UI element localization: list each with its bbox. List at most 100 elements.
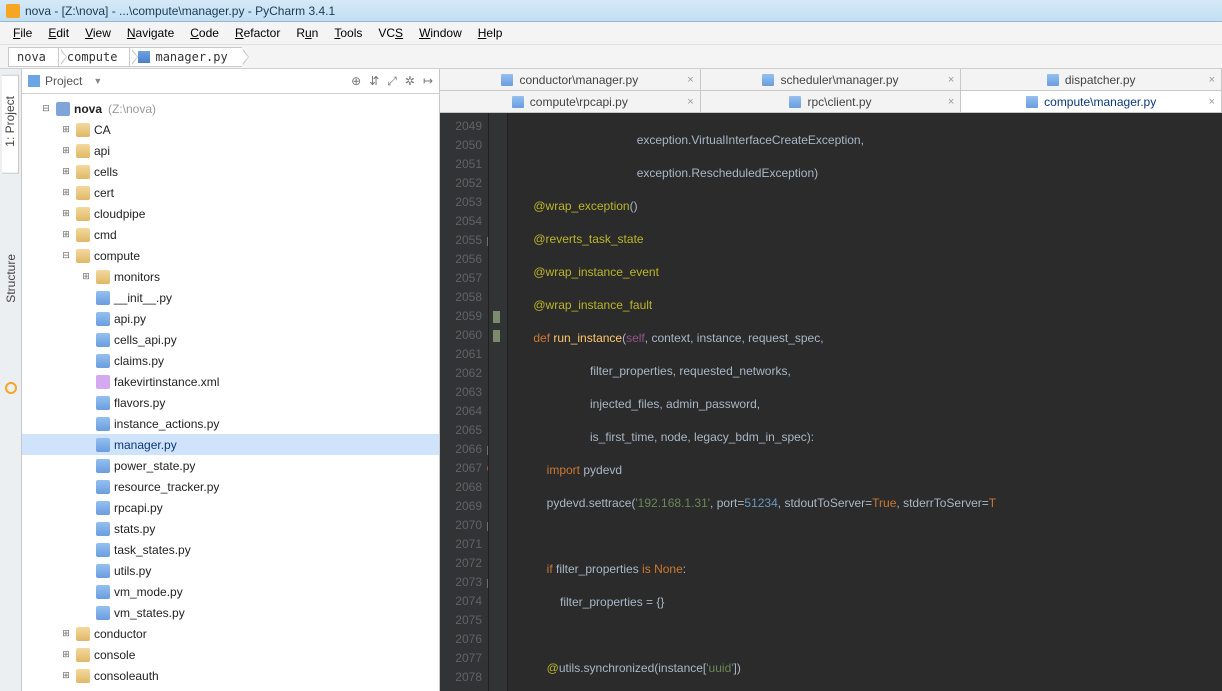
tree-row[interactable]: api.py — [22, 308, 439, 329]
scroll-to-source-icon[interactable]: ⊕ — [351, 74, 361, 89]
tree-row[interactable]: resource_tracker.py — [22, 476, 439, 497]
menu-navigate[interactable]: Navigate — [120, 24, 181, 42]
menu-view[interactable]: View — [78, 24, 118, 42]
line-number[interactable]: 2064 — [440, 402, 482, 421]
close-icon[interactable]: × — [948, 74, 954, 86]
line-number[interactable]: 2065 — [440, 421, 482, 440]
tree-expand-icon[interactable]: ⊟ — [40, 103, 52, 114]
close-icon[interactable]: × — [948, 96, 954, 108]
line-number[interactable]: 2054 — [440, 212, 482, 231]
line-number[interactable]: 2072 — [440, 554, 482, 573]
tree-row[interactable]: vm_mode.py — [22, 581, 439, 602]
line-number-gutter[interactable]: 2049205020512052205320542055205620572058… — [440, 113, 488, 691]
tree-row[interactable]: ⊞cells — [22, 161, 439, 182]
tree-row[interactable]: claims.py — [22, 350, 439, 371]
line-number[interactable]: 2074 — [440, 592, 482, 611]
menu-file[interactable]: File — [6, 24, 39, 42]
tree-row[interactable]: ⊞monitors — [22, 266, 439, 287]
menu-help[interactable]: Help — [471, 24, 510, 42]
tree-row[interactable]: ⊟nova(Z:\nova) — [22, 98, 439, 119]
line-number[interactable]: 2071 — [440, 535, 482, 554]
code-content[interactable]: exception.VirtualInterfaceCreateExceptio… — [508, 113, 1222, 691]
line-number[interactable]: 2062 — [440, 364, 482, 383]
line-number[interactable]: 2069 — [440, 497, 482, 516]
tree-row[interactable]: cells_api.py — [22, 329, 439, 350]
tree-expand-icon[interactable]: ⊟ — [60, 250, 72, 261]
line-number[interactable]: 2059 — [440, 307, 482, 326]
line-number[interactable]: 2078 — [440, 668, 482, 687]
line-number[interactable]: 2050 — [440, 136, 482, 155]
editor-tab[interactable]: dispatcher.py× — [961, 69, 1222, 90]
tree-row[interactable]: ⊞cloudpipe — [22, 203, 439, 224]
line-number[interactable]: 2066 — [440, 440, 482, 459]
tree-row[interactable]: ⊞cmd — [22, 224, 439, 245]
breadcrumb-item[interactable]: manager.py — [129, 47, 241, 67]
line-number[interactable]: 2067 — [440, 459, 482, 478]
code-editor[interactable]: 2049205020512052205320542055205620572058… — [440, 113, 1222, 691]
close-icon[interactable]: × — [687, 96, 693, 108]
tree-row[interactable]: task_states.py — [22, 539, 439, 560]
tree-row[interactable]: utils.py — [22, 560, 439, 581]
editor-tab[interactable]: rpc\client.py× — [701, 91, 962, 112]
line-number[interactable]: 2076 — [440, 630, 482, 649]
menu-window[interactable]: Window — [412, 24, 469, 42]
tree-expand-icon[interactable]: ⊞ — [60, 187, 72, 198]
sort-icon[interactable]: ⇵ — [369, 74, 379, 89]
line-number[interactable]: 2056 — [440, 250, 482, 269]
line-number[interactable]: 2058 — [440, 288, 482, 307]
close-icon[interactable]: × — [1209, 96, 1215, 108]
line-number[interactable]: 2051 — [440, 155, 482, 174]
gear-icon[interactable]: ✲ — [405, 74, 415, 89]
line-number[interactable]: 2075 — [440, 611, 482, 630]
tree-row[interactable]: ⊞consoleauth — [22, 665, 439, 686]
menu-tools[interactable]: Tools — [327, 24, 369, 42]
tree-expand-icon[interactable]: ⊞ — [60, 208, 72, 219]
tree-expand-icon[interactable]: ⊞ — [60, 670, 72, 681]
line-number[interactable]: 2049 — [440, 117, 482, 136]
tree-expand-icon[interactable]: ⊞ — [60, 124, 72, 135]
editor-tab[interactable]: scheduler\manager.py× — [701, 69, 962, 90]
tree-row[interactable]: ⊞conductor — [22, 623, 439, 644]
tree-row[interactable]: vm_states.py — [22, 602, 439, 623]
line-number[interactable]: 2063 — [440, 383, 482, 402]
tree-row[interactable]: flavors.py — [22, 392, 439, 413]
close-icon[interactable]: × — [687, 74, 693, 86]
menu-run[interactable]: Run — [289, 24, 325, 42]
breadcrumb-item[interactable]: nova — [8, 47, 60, 67]
tree-row[interactable]: instance_actions.py — [22, 413, 439, 434]
breadcrumb-item[interactable]: compute — [58, 47, 132, 67]
tree-row[interactable]: ⊞cert — [22, 182, 439, 203]
tree-row[interactable]: power_state.py — [22, 455, 439, 476]
editor-tab[interactable]: compute\manager.py× — [961, 91, 1222, 112]
tree-expand-icon[interactable]: ⊞ — [60, 145, 72, 156]
tree-row[interactable]: rpcapi.py — [22, 497, 439, 518]
project-tree[interactable]: ⊟nova(Z:\nova)⊞CA⊞api⊞cells⊞cert⊞cloudpi… — [22, 94, 439, 691]
tree-row[interactable]: ⊞api — [22, 140, 439, 161]
line-number[interactable]: 2057 — [440, 269, 482, 288]
tree-row[interactable]: manager.py — [22, 434, 439, 455]
line-number[interactable]: 2052 — [440, 174, 482, 193]
line-number[interactable]: 2061 — [440, 345, 482, 364]
editor-tab[interactable]: conductor\manager.py× — [440, 69, 701, 90]
hide-panel-icon[interactable]: ↦ — [423, 74, 433, 89]
tool-tab-structure[interactable]: Structure — [3, 234, 19, 323]
line-number[interactable]: 2077 — [440, 649, 482, 668]
line-number[interactable]: 2055 — [440, 231, 482, 250]
tree-expand-icon[interactable]: ⊞ — [60, 649, 72, 660]
menu-vcs[interactable]: VCS — [371, 24, 410, 42]
menu-refactor[interactable]: Refactor — [228, 24, 287, 42]
line-number[interactable]: 2070 — [440, 516, 482, 535]
tree-row[interactable]: __init__.py — [22, 287, 439, 308]
tree-row[interactable]: fakevirtinstance.xml — [22, 371, 439, 392]
tree-expand-icon[interactable]: ⊞ — [60, 628, 72, 639]
tree-expand-icon[interactable]: ⊞ — [60, 229, 72, 240]
line-number[interactable]: 2060 — [440, 326, 482, 345]
collapse-all-icon[interactable]: ⤢ — [387, 74, 397, 89]
tool-tab-project[interactable]: 1: Project — [2, 75, 19, 174]
tree-row[interactable]: ⊞console — [22, 644, 439, 665]
menu-code[interactable]: Code — [183, 24, 226, 42]
tree-expand-icon[interactable]: ⊞ — [80, 271, 92, 282]
tree-row[interactable]: ⊟compute — [22, 245, 439, 266]
tree-expand-icon[interactable]: ⊞ — [60, 166, 72, 177]
editor-tab[interactable]: compute\rpcapi.py× — [440, 91, 701, 112]
